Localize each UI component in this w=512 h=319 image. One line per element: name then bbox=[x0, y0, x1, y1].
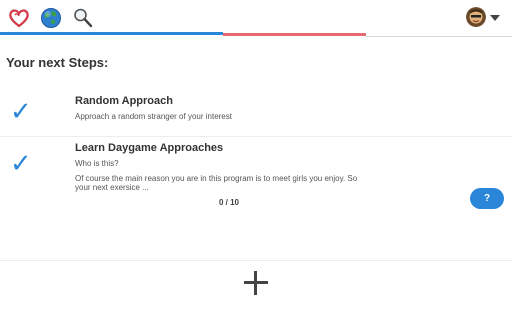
globe-icon[interactable] bbox=[40, 7, 62, 29]
plus-icon[interactable] bbox=[244, 271, 268, 295]
section-title: Your next Steps: bbox=[6, 55, 109, 70]
progress-blue bbox=[0, 32, 223, 35]
divider bbox=[0, 136, 512, 137]
top-bar bbox=[0, 0, 512, 34]
help-button[interactable]: ? bbox=[470, 188, 504, 209]
step-random-approach[interactable]: ✓ Random Approach Approach a random stra… bbox=[0, 92, 512, 134]
step-description: Approach a random stranger of your inter… bbox=[75, 112, 232, 121]
progress-line bbox=[0, 32, 512, 37]
checkmark-icon: ✓ bbox=[10, 148, 32, 178]
progress-track bbox=[366, 36, 512, 37]
caret-down-icon[interactable] bbox=[490, 15, 500, 21]
step-description-more: your next exersice ... bbox=[75, 183, 149, 192]
progress-red bbox=[223, 33, 366, 36]
step-title: Random Approach bbox=[75, 95, 173, 107]
user-menu[interactable] bbox=[466, 6, 500, 28]
avatar-icon[interactable] bbox=[466, 7, 486, 27]
checkmark-icon: ✓ bbox=[10, 96, 32, 126]
heart-icon[interactable] bbox=[8, 7, 30, 29]
step-counter: 0 / 10 bbox=[218, 198, 239, 207]
step-title: Learn Daygame Approaches bbox=[75, 142, 224, 154]
step-learn-daygame[interactable]: ✓ Learn Daygame Approaches Who is this? … bbox=[0, 140, 512, 200]
step-subtitle: Who is this? bbox=[75, 159, 119, 168]
magnifier-icon[interactable] bbox=[72, 7, 94, 29]
add-step-area bbox=[0, 260, 512, 311]
